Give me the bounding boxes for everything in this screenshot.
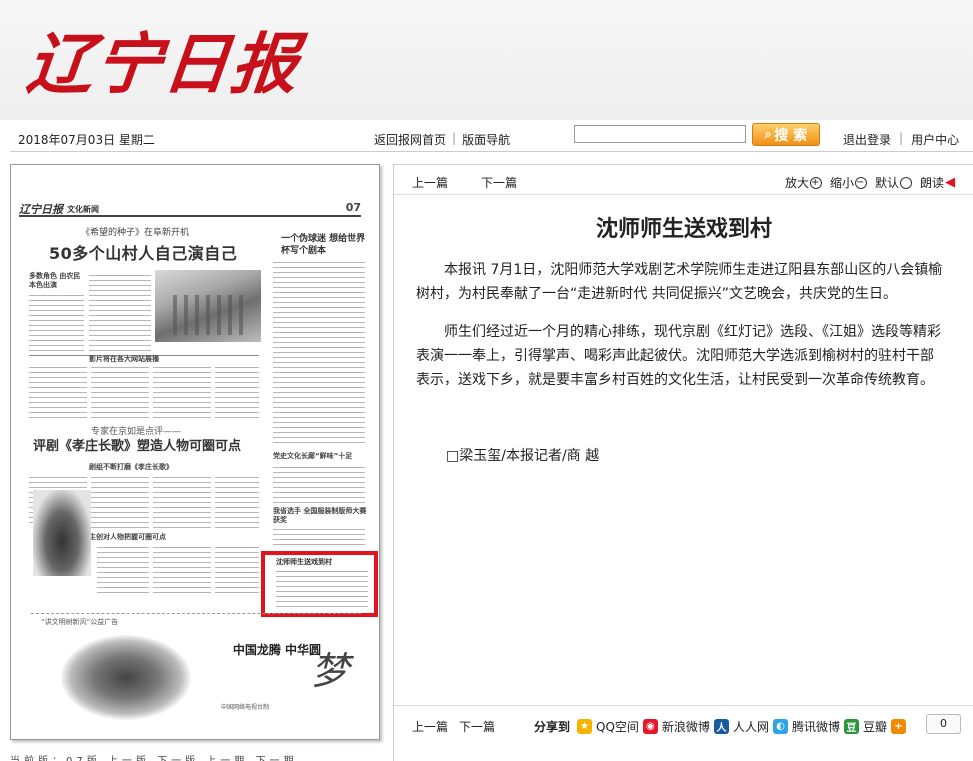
user-center-link[interactable]: 用户中心 [911, 131, 959, 148]
logout-link[interactable]: 退出登录 [843, 131, 891, 148]
preview-small-head-3: 剧组不断打磨《孝庄长歌》 [89, 463, 173, 471]
renren-icon[interactable]: 人 [713, 719, 729, 734]
share-renren[interactable]: 人人网 [733, 718, 769, 735]
share-qzone[interactable]: QQ空间 [596, 718, 639, 735]
preview-text-block [29, 293, 84, 353]
preview-small-head-6: 我省选手 全国服装制版师大赛获奖 [273, 507, 367, 524]
preview-small-head-2: 影片将在各大网站展播 [89, 355, 159, 363]
zoom-in-button[interactable]: 放大 + [785, 174, 823, 191]
share-tencent-weibo[interactable]: 腾讯微博 [792, 718, 840, 735]
nav-divider: | [452, 131, 457, 145]
article-paragraph: 师生们经过近一个月的精心排练，现代京剧《红灯记》选段、《江姐》选段等精彩表演一一… [416, 324, 941, 388]
preview-text-block [153, 475, 211, 530]
home-link[interactable]: 返回报网首页 [374, 131, 446, 148]
preview-page-number: 07 [345, 201, 361, 214]
prev-article-link[interactable]: 上一篇 [412, 174, 448, 191]
top-bar: 2018年07月03日 星期二 返回报网首页 | 版面导航 ⌕ 搜 索 退出登录… [10, 122, 973, 152]
search-button[interactable]: ⌕ 搜 索 [752, 123, 820, 146]
preview-text-block [215, 545, 259, 595]
user-links: 退出登录 | 用户中心 [843, 131, 959, 148]
qzone-icon[interactable]: ★ [577, 719, 593, 734]
share-count: 0 [926, 714, 961, 734]
preview-text-block [153, 365, 211, 420]
preview-text-block [97, 545, 149, 595]
share-bar: 分享到 ★ QQ空间 ◉ 新浪微博 人 人人网 ◐ 腾讯微博 豆 豆瓣 + [534, 718, 906, 735]
tencent-weibo-icon[interactable]: ◐ [772, 719, 788, 734]
article-toolbar: 上一篇 下一篇 放大 + 缩小 − 默认 朗读 ◀ [394, 165, 973, 195]
default-size-button[interactable]: 默认 [875, 174, 913, 191]
preview-small-head-4: 主创对人物把握可圈可点 [89, 533, 166, 541]
share-label: 分享到 [534, 720, 571, 734]
page-navigation-link[interactable]: 版面导航 [462, 131, 510, 148]
article-title: 沈师师生送戏到村 [595, 217, 772, 242]
preview-photo [33, 490, 91, 576]
search-icon: ⌕ [764, 127, 772, 141]
preview-small-head-1: 多数角色 由农民本色出演 [29, 272, 81, 289]
search-button-label: 搜 索 [774, 127, 808, 144]
preview-text-block [29, 365, 87, 420]
preview-text-block [89, 273, 151, 353]
ad-title: 中国龙腾 中华圆 [232, 643, 321, 657]
preview-photo [155, 270, 261, 342]
current-date: 2018年07月03日 星期二 [18, 133, 155, 147]
preview-rule [19, 215, 361, 217]
douban-icon[interactable]: 豆 [843, 719, 859, 734]
preview-headline-2[interactable]: 评剧《孝庄长歌》塑造人物可圈可点 [33, 435, 241, 454]
preview-text-block [91, 365, 149, 420]
more-share-icon[interactable]: + [890, 719, 906, 734]
user-divider: | [899, 131, 904, 145]
reading-tools: 放大 + 缩小 − 默认 朗读 ◀ [785, 174, 955, 191]
preview-text-block [215, 365, 259, 420]
newspaper-logo[interactable]: 辽宁日报 [22, 4, 306, 114]
preview-text-block [273, 527, 365, 547]
preview-section: 文化新闻 [67, 204, 99, 214]
highlighted-article-title: 沈师师生送戏到村 [276, 558, 332, 566]
preview-side-headline[interactable]: 一个伪球迷 想给世界杯写个剧本 [281, 233, 371, 257]
page-nav-strip[interactable]: 当前版：07版 上一版 下一版 上一期 下一期 [10, 752, 297, 761]
article-author: □梁玉玺/本报记者/商 越 [446, 448, 600, 464]
preview-text-block [153, 545, 211, 595]
preview-text-block [91, 475, 149, 530]
preview-text-block [215, 475, 259, 530]
zoom-out-button[interactable]: 缩小 − [830, 174, 868, 191]
next-article-link-bottom[interactable]: 下一篇 [459, 718, 495, 735]
article-bottom-bar: 上一篇 下一篇 分享到 ★ QQ空间 ◉ 新浪微博 人 人人网 ◐ 腾讯微博 豆… [394, 705, 973, 745]
dragon-image [61, 635, 191, 720]
article-panel: 上一篇 下一篇 放大 + 缩小 − 默认 朗读 ◀ 沈师师生送戏到村 本报讯 7月1日… [393, 164, 973, 761]
ad-caption: “讲文明树新风”公益广告 [41, 618, 119, 626]
article-paragraph: 本报讯 7月1日，沈阳师范大学戏剧艺术学院师生走进辽阳县东部山区的八会镇榆树村，… [416, 262, 943, 302]
share-weibo[interactable]: 新浪微博 [662, 718, 710, 735]
read-aloud-button[interactable]: 朗读 ◀ [920, 174, 955, 191]
banner: 辽宁日报 [0, 0, 973, 120]
preview-text-block [276, 569, 368, 609]
share-douban[interactable]: 豆瓣 [863, 718, 887, 735]
preview-subheadline-1: 《希望的种子》在阜新开机 [81, 228, 190, 238]
preview-small-head-5: 党史文化长廊“鲜味”十足 [273, 452, 353, 460]
weibo-icon[interactable]: ◉ [642, 719, 658, 734]
search-input[interactable] [574, 125, 746, 143]
plus-icon: + [810, 176, 823, 189]
speaker-icon: ◀ [945, 175, 956, 190]
preview-text-block [273, 465, 365, 505]
top-nav: 返回报网首页 | 版面导航 [374, 131, 510, 148]
prev-article-link-bottom[interactable]: 上一篇 [412, 718, 448, 735]
preview-text-block [273, 260, 365, 445]
next-article-link[interactable]: 下一篇 [481, 174, 517, 191]
ad-brush-character: 梦 [311, 649, 350, 693]
preview-headline-1[interactable]: 50多个山村人自己演自己 [49, 240, 237, 264]
article-body: 本报讯 7月1日，沈阳师范大学戏剧艺术学院师生走进辽阳县东部山区的八会镇榆树村，… [416, 258, 946, 406]
page-preview[interactable]: 辽宁日报 文化新闻 07 《希望的种子》在阜新开机 50多个山村人自己演自己 一… [10, 164, 380, 740]
ad-footer: 中国网络电视台制 [221, 704, 270, 711]
circle-icon [900, 176, 913, 189]
minus-icon: − [855, 176, 868, 189]
